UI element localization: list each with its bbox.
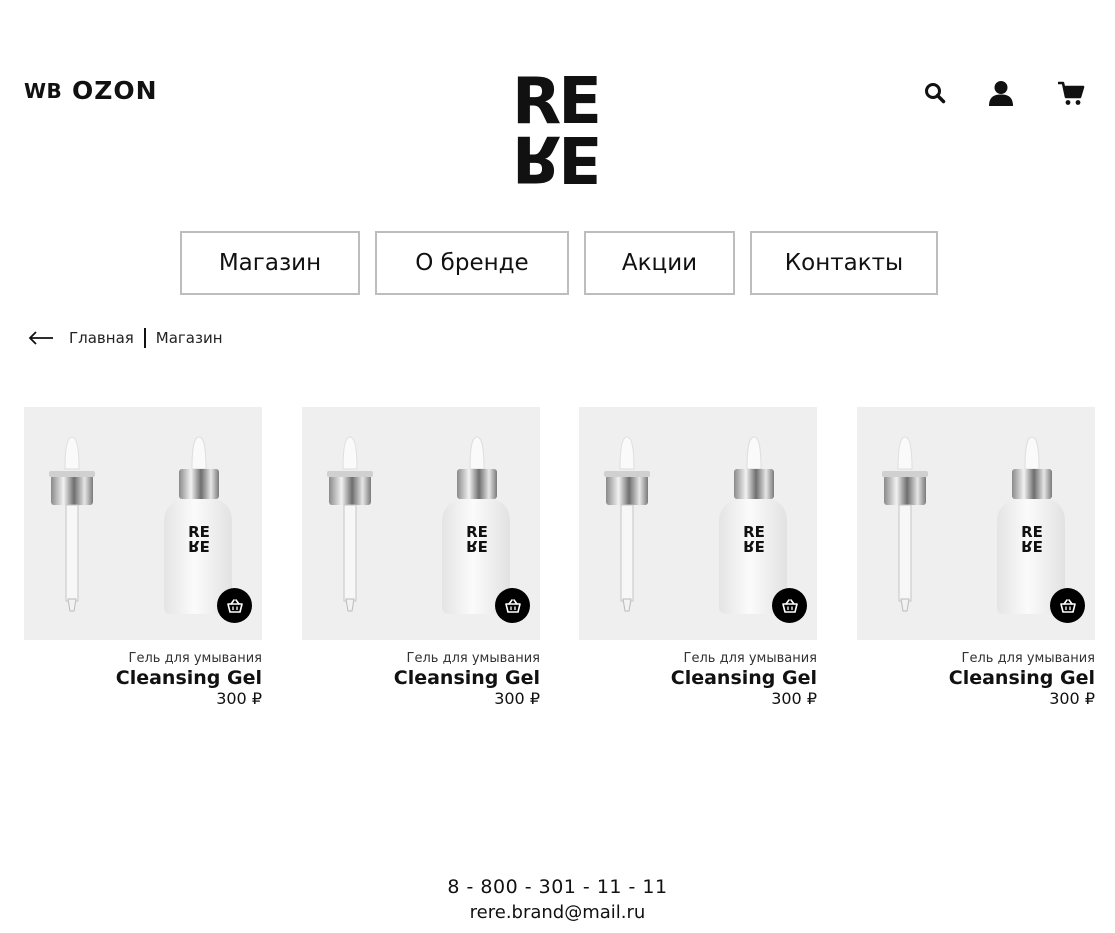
brand-logo[interactable]: RE RE <box>512 70 602 195</box>
product-price: 300 ₽ <box>1049 689 1095 708</box>
back-arrow-icon[interactable] <box>28 331 54 345</box>
nav-contacts[interactable]: Контакты <box>750 231 938 295</box>
basket-icon <box>1059 598 1076 613</box>
footer: 8 - 800 - 301 - 11 - 11 rere.brand@mail.… <box>0 876 1115 923</box>
product-name[interactable]: Cleansing Gel <box>579 667 817 689</box>
add-to-cart-button[interactable] <box>772 588 807 623</box>
product-name[interactable]: Cleansing Gel <box>24 667 262 689</box>
site-header: WB OZON RE RE <box>0 0 1115 200</box>
add-to-cart-button[interactable] <box>495 588 530 623</box>
product-name[interactable]: Cleansing Gel <box>857 667 1095 689</box>
bottle-label-bottom: RE <box>1021 537 1043 555</box>
nav-promotions[interactable]: Акции <box>584 231 735 295</box>
footer-phone[interactable]: 8 - 800 - 301 - 11 - 11 <box>0 876 1115 898</box>
wb-marketplace-link[interactable]: WB <box>24 79 62 103</box>
nav-about[interactable]: О бренде <box>375 231 569 295</box>
basket-icon <box>781 598 798 613</box>
product-card[interactable]: RE RE Гель для умывания Cleansing Gel 300 ₽ <box>302 407 540 708</box>
product-image[interactable]: RE RE <box>857 407 1095 640</box>
basket-icon <box>504 598 521 613</box>
bottle-label-bottom: RE <box>188 537 210 555</box>
breadcrumb-home[interactable]: Главная <box>69 329 134 347</box>
ozon-marketplace-link[interactable]: OZON <box>72 76 158 105</box>
product-card[interactable]: RE RE Гель для умывания Cleansing Gel 300 ₽ <box>579 407 817 708</box>
main-nav: Магазин О бренде Акции Контакты <box>0 231 1115 295</box>
product-price: 300 ₽ <box>494 689 540 708</box>
bottle-label-bottom: RE <box>743 537 765 555</box>
search-icon[interactable] <box>920 78 950 108</box>
user-icon[interactable] <box>986 78 1016 108</box>
product-name[interactable]: Cleansing Gel <box>302 667 540 689</box>
product-category: Гель для умывания <box>683 651 817 666</box>
product-card[interactable]: RE RE Гель для умывания Cleansing Gel 300 ₽ <box>24 407 262 708</box>
cart-icon[interactable] <box>1056 78 1086 108</box>
product-category: Гель для умывания <box>128 651 262 666</box>
bottle-label-bottom: RE <box>466 537 488 555</box>
basket-icon <box>226 598 243 613</box>
product-image[interactable]: RE RE <box>302 407 540 640</box>
product-image[interactable]: RE RE <box>24 407 262 640</box>
logo-bottom: RE <box>512 121 599 195</box>
breadcrumb-current: Магазин <box>155 329 223 347</box>
product-price: 300 ₽ <box>771 689 817 708</box>
product-price: 300 ₽ <box>216 689 262 708</box>
nav-shop[interactable]: Магазин <box>180 231 360 295</box>
product-card[interactable]: RE RE Гель для умывания Cleansing Gel 300 ₽ <box>857 407 1095 708</box>
add-to-cart-button[interactable] <box>1050 588 1085 623</box>
product-image[interactable]: RE RE <box>579 407 817 640</box>
add-to-cart-button[interactable] <box>217 588 252 623</box>
footer-email[interactable]: rere.brand@mail.ru <box>0 902 1115 923</box>
breadcrumb: Главная Магазин <box>28 326 223 350</box>
product-category: Гель для умывания <box>961 651 1095 666</box>
breadcrumb-divider <box>143 328 146 348</box>
product-category: Гель для умывания <box>406 651 540 666</box>
